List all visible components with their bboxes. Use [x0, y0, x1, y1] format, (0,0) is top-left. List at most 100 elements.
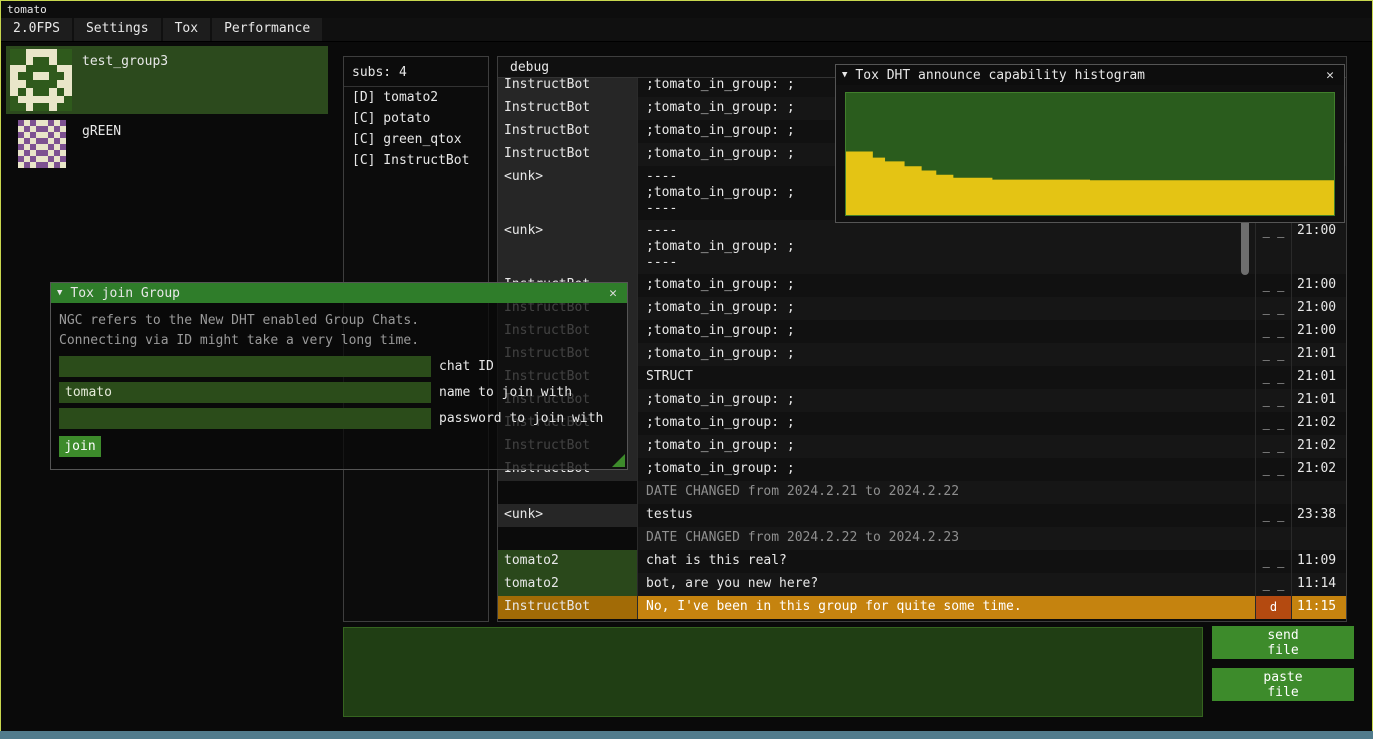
- message-text: No, I've been in this group for quite so…: [638, 596, 1256, 619]
- join-field-label: password to join with: [439, 411, 603, 426]
- histogram-window-titlebar[interactable]: ▼ Tox DHT announce capability histogram …: [836, 65, 1344, 85]
- sender-name: [498, 527, 638, 550]
- message-text: ;tomato_in_group: ;: [638, 435, 1256, 458]
- resize-grip[interactable]: [612, 454, 625, 467]
- message-time: 21:01: [1292, 389, 1346, 412]
- send-file-button[interactable]: send file: [1212, 626, 1354, 659]
- chat-row[interactable]: <unk>testus_ _23:38: [498, 504, 1346, 527]
- join-desc-line2: Connecting via ID might take a very long…: [59, 331, 619, 351]
- message-time: 11:14: [1292, 573, 1346, 596]
- chat-row[interactable]: InstructBotNo, I've been in this group f…: [498, 596, 1346, 619]
- message-marker: _ _: [1256, 297, 1292, 320]
- group-name: test_group3: [82, 54, 168, 69]
- join-field-row: chat ID: [59, 356, 619, 377]
- window-titlebar: tomato: [1, 1, 1372, 18]
- group-item-green[interactable]: gREEN: [6, 116, 328, 174]
- chat-row[interactable]: DATE CHANGED from 2024.2.21 to 2024.2.22: [498, 481, 1346, 504]
- message-time: 11:15: [1292, 596, 1346, 619]
- sender-name: tomato2: [498, 573, 638, 596]
- menu-item-2-0fps[interactable]: 2.0FPS: [1, 18, 72, 41]
- message-time: 11:09: [1292, 550, 1346, 573]
- chat-row[interactable]: <unk>---- ;tomato_in_group: ; ----_ _21:…: [498, 220, 1346, 274]
- join-field-label: chat ID: [439, 359, 494, 374]
- join-window-title: Tox join Group: [70, 286, 605, 301]
- tab-debug[interactable]: debug: [510, 60, 549, 75]
- sender-name: InstructBot: [498, 596, 638, 619]
- message-text: ;tomato_in_group: ;: [638, 458, 1256, 481]
- sender-name: InstructBot: [498, 120, 638, 143]
- sender-name: <unk>: [498, 220, 638, 274]
- message-marker: _ _: [1256, 220, 1292, 274]
- paste-file-button[interactable]: paste file: [1212, 668, 1354, 701]
- message-text: ;tomato_in_group: ;: [638, 412, 1256, 435]
- join-window-body: NGC refers to the New DHT enabled Group …: [51, 303, 627, 465]
- message-time: 21:01: [1292, 343, 1346, 366]
- group-name: gREEN: [82, 124, 121, 139]
- chat-row[interactable]: tomato2bot, are you new here?_ _11:14: [498, 573, 1346, 596]
- menu-item-tox[interactable]: Tox: [163, 18, 210, 41]
- subs-member-c-green-qtox[interactable]: [C] green_qtox: [344, 129, 488, 150]
- join-collapse-arrow-icon[interactable]: ▼: [57, 288, 62, 298]
- message-text: ;tomato_in_group: ;: [638, 320, 1256, 343]
- join-button[interactable]: join: [59, 436, 101, 457]
- message-marker: _ _: [1256, 573, 1292, 596]
- sender-name: InstructBot: [498, 97, 638, 120]
- message-time: 21:00: [1292, 297, 1346, 320]
- join-name-input[interactable]: [59, 382, 431, 403]
- message-time: [1292, 481, 1346, 504]
- menu-item-performance[interactable]: Performance: [212, 18, 322, 41]
- message-time: 21:02: [1292, 458, 1346, 481]
- subs-member-d-tomato2[interactable]: [D] tomato2: [344, 87, 488, 108]
- message-text: ;tomato_in_group: ;: [638, 389, 1256, 412]
- join-window-titlebar[interactable]: ▼ Tox join Group ✕: [51, 283, 627, 303]
- chat-row[interactable]: tomato2chat is this real?_ _11:09: [498, 550, 1346, 573]
- histogram-window-title: Tox DHT announce capability histogram: [855, 68, 1322, 83]
- subs-member-c-potato[interactable]: [C] potato: [344, 108, 488, 129]
- message-text: ---- ;tomato_in_group: ; ----: [638, 220, 1256, 274]
- message-text: ;tomato_in_group: ;: [638, 343, 1256, 366]
- join-fields: chat ID name to join with password to join…: [59, 356, 619, 429]
- histogram-collapse-arrow-icon[interactable]: ▼: [842, 70, 847, 80]
- sender-name: <unk>: [498, 166, 638, 220]
- message-marker: _ _: [1256, 435, 1292, 458]
- date-changed-text: DATE CHANGED from 2024.2.22 to 2024.2.23: [638, 527, 1256, 550]
- subs-member-c-instructbot[interactable]: [C] InstructBot: [344, 150, 488, 171]
- menu-item-settings[interactable]: Settings: [74, 18, 161, 41]
- message-marker: _ _: [1256, 412, 1292, 435]
- join-field-row: name to join with: [59, 382, 619, 403]
- message-marker: _ _: [1256, 550, 1292, 573]
- sender-name: <unk>: [498, 504, 638, 527]
- join-field-label: name to join with: [439, 385, 572, 400]
- menu-bar: 2.0FPSSettingsToxPerformance: [1, 18, 1372, 42]
- message-time: 21:02: [1292, 435, 1346, 458]
- join-field-row: password to join with: [59, 408, 619, 429]
- message-input[interactable]: [343, 627, 1203, 717]
- taskbar: [0, 731, 1373, 739]
- message-time: 21:01: [1292, 366, 1346, 389]
- window-title: tomato: [7, 3, 47, 16]
- message-text: bot, are you new here?: [638, 573, 1256, 596]
- message-time: [1292, 527, 1346, 550]
- join-password-input[interactable]: [59, 408, 431, 429]
- message-marker: _ _: [1256, 504, 1292, 527]
- message-marker: d: [1256, 596, 1292, 619]
- chat-row[interactable]: DATE CHANGED from 2024.2.22 to 2024.2.23: [498, 527, 1346, 550]
- chat-id-input[interactable]: [59, 356, 431, 377]
- join-desc-line1: NGC refers to the New DHT enabled Group …: [59, 311, 619, 331]
- histogram-window: ▼ Tox DHT announce capability histogram …: [835, 64, 1345, 223]
- join-close-icon[interactable]: ✕: [605, 286, 621, 301]
- message-marker: _ _: [1256, 366, 1292, 389]
- message-text: ;tomato_in_group: ;: [638, 297, 1256, 320]
- message-text: testus: [638, 504, 1256, 527]
- message-marker: _ _: [1256, 343, 1292, 366]
- message-text: ;tomato_in_group: ;: [638, 274, 1256, 297]
- message-marker: [1256, 481, 1292, 504]
- message-marker: _ _: [1256, 389, 1292, 412]
- message-marker: _ _: [1256, 320, 1292, 343]
- sender-name: [498, 481, 638, 504]
- histogram-close-icon[interactable]: ✕: [1322, 68, 1338, 83]
- message-text: STRUCT: [638, 366, 1256, 389]
- group-item-test-group3[interactable]: test_group3: [6, 46, 328, 114]
- date-changed-text: DATE CHANGED from 2024.2.21 to 2024.2.22: [638, 481, 1256, 504]
- histogram-bars: [846, 93, 1334, 215]
